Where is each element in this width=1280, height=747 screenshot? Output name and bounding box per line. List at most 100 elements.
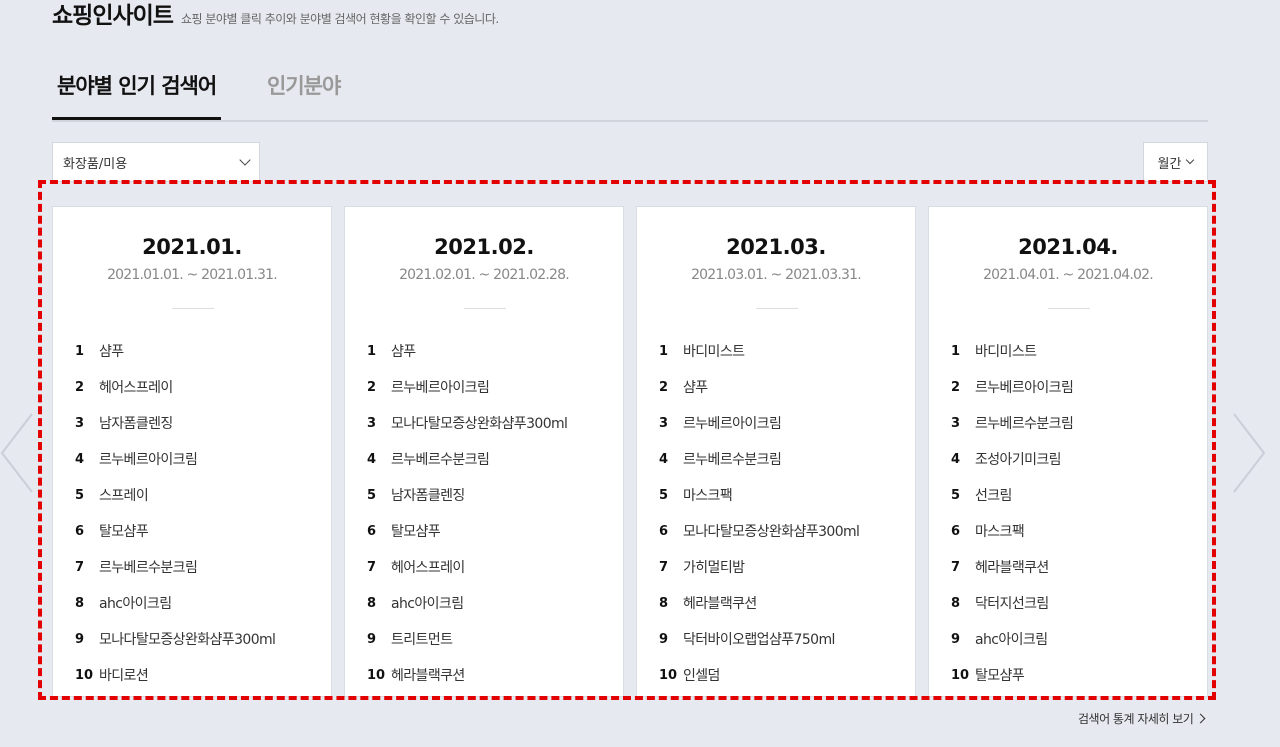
keyword-text: 조성아기미크림 — [975, 452, 1062, 468]
keyword-text: ahc아이크림 — [391, 596, 464, 612]
keyword-item[interactable]: 4 르누베르아이크림 — [75, 441, 275, 477]
next-arrow-icon[interactable] — [1232, 412, 1266, 494]
keyword-list: 1 바디미스트 2 샴푸 3 르누베르아이크림 4 르누베르수분크림 5 마스크팩 6 모나… — [659, 333, 860, 693]
keyword-item[interactable]: 7 헤어스프레이 — [367, 549, 567, 585]
keyword-item[interactable]: 10 바디로션 — [75, 657, 275, 693]
period-dropdown[interactable]: 월간 — [1143, 142, 1208, 182]
keyword-item[interactable]: 1 바디미스트 — [951, 333, 1073, 369]
keyword-item[interactable]: 8 ahc아이크림 — [367, 585, 567, 621]
chevron-down-icon — [1186, 155, 1195, 165]
month-card-1: 2021.01. 2021.01.01. ~ 2021.01.31. 1 샴푸 2… — [52, 206, 332, 697]
card-date-range: 2021.04.01. ~ 2021.04.02. — [983, 267, 1154, 283]
keyword-item[interactable]: 4 르누베르수분크림 — [367, 441, 567, 477]
card-divider — [1048, 308, 1090, 309]
keyword-text: 가히멀티밤 — [683, 560, 745, 576]
tab-popular-keywords[interactable]: 분야별 인기 검색어 — [51, 70, 222, 120]
keyword-rank: 9 — [367, 631, 377, 647]
keyword-text: 남자폼클렌징 — [391, 488, 465, 504]
keyword-rank: 3 — [367, 415, 377, 431]
keyword-item[interactable]: 4 조성아기미크림 — [951, 441, 1073, 477]
keyword-rank: 10 — [75, 667, 94, 683]
keyword-text: 모나다탈모증상완화샴푸300ml — [391, 416, 568, 432]
keyword-rank: 6 — [951, 523, 961, 539]
card-month-title: 2021.02. — [434, 235, 534, 259]
month-card-4: 2021.04. 2021.04.01. ~ 2021.04.02. 1 바디미스… — [928, 206, 1208, 697]
keyword-item[interactable]: 3 모나다탈모증상완화샴푸300ml — [367, 405, 568, 441]
keyword-item[interactable]: 10 헤라블랙쿠션 — [367, 657, 567, 693]
keyword-item[interactable]: 1 바디미스트 — [659, 333, 859, 369]
keyword-rank: 9 — [659, 631, 669, 647]
keyword-rank: 1 — [367, 343, 377, 359]
tab-popular-categories[interactable]: 인기분야 — [267, 70, 341, 100]
keyword-item[interactable]: 6 마스크팩 — [951, 513, 1073, 549]
keyword-item[interactable]: 9 닥터바이오랩업샴푸750ml — [659, 621, 859, 657]
keyword-rank: 5 — [951, 487, 961, 503]
keyword-text: 스프레이 — [99, 488, 149, 504]
keyword-item[interactable]: 2 르누베르아이크림 — [367, 369, 567, 405]
keyword-text: 헤라블랙쿠션 — [391, 668, 465, 684]
chevron-right-icon — [1195, 713, 1206, 724]
keyword-item[interactable]: 6 탈모샴푸 — [75, 513, 275, 549]
keyword-rank: 6 — [75, 523, 85, 539]
keyword-rank: 7 — [659, 559, 669, 575]
keyword-text: 샴푸 — [683, 380, 708, 396]
keyword-item[interactable]: 7 헤라블랙쿠션 — [951, 549, 1073, 585]
keyword-item[interactable]: 9 ahc아이크림 — [951, 621, 1073, 657]
keyword-item[interactable]: 10 인셀덤 — [659, 657, 859, 693]
keyword-item[interactable]: 3 르누베르수분크림 — [951, 405, 1074, 441]
keyword-text: 르누베르아이크림 — [391, 380, 490, 396]
keyword-item[interactable]: 1 샴푸 — [367, 333, 567, 369]
keyword-rank: 3 — [659, 415, 669, 431]
keyword-item[interactable]: 2 르누베르아이크림 — [951, 369, 1074, 405]
keyword-item[interactable]: 5 남자폼클렌징 — [367, 477, 567, 513]
chevron-down-icon — [239, 154, 251, 166]
keyword-item[interactable]: 2 샴푸 — [659, 369, 859, 405]
keyword-item[interactable]: 4 르누베르수분크림 — [659, 441, 859, 477]
keyword-item[interactable]: 8 ahc아이크림 — [75, 585, 275, 621]
keyword-item[interactable]: 5 마스크팩 — [659, 477, 859, 513]
keyword-item[interactable]: 10 탈모샴푸 — [951, 657, 1073, 693]
keyword-rank: 5 — [75, 487, 85, 503]
keyword-item[interactable]: 2 헤어스프레이 — [75, 369, 275, 405]
keyword-item[interactable]: 6 탈모샴푸 — [367, 513, 567, 549]
keyword-item[interactable]: 7 가히멀티밤 — [659, 549, 859, 585]
card-date-range: 2021.03.01. ~ 2021.03.31. — [691, 267, 862, 283]
keyword-item[interactable]: 8 닥터지선크림 — [951, 585, 1073, 621]
keyword-text: 인셀덤 — [683, 668, 720, 684]
keyword-text: 선크림 — [975, 488, 1012, 504]
keyword-rank: 2 — [75, 379, 85, 395]
keyword-item[interactable]: 6 모나다탈모증상완화샴푸300ml — [659, 513, 860, 549]
keyword-rank: 8 — [75, 595, 85, 611]
keyword-text: ahc아이크림 — [99, 596, 172, 612]
keyword-item[interactable]: 5 스프레이 — [75, 477, 275, 513]
keyword-item[interactable]: 3 남자폼클렌징 — [75, 405, 275, 441]
keyword-rank: 9 — [951, 631, 961, 647]
keyword-text: 마스크팩 — [975, 524, 1025, 540]
keyword-item[interactable]: 7 르누베르수분크림 — [75, 549, 275, 585]
keyword-rank: 7 — [75, 559, 85, 575]
month-card-3: 2021.03. 2021.03.01. ~ 2021.03.31. 1 바디미스… — [636, 206, 916, 697]
keyword-rank: 4 — [659, 451, 669, 467]
keyword-item[interactable]: 8 헤라블랙쿠션 — [659, 585, 859, 621]
keyword-text: 르누베르아이크림 — [975, 380, 1074, 396]
card-month-title: 2021.01. — [142, 235, 242, 259]
keyword-text: 탈모샴푸 — [391, 524, 441, 540]
keyword-text: 르누베르수분크림 — [99, 560, 198, 576]
prev-arrow-icon[interactable] — [0, 412, 34, 494]
page-header: 쇼핑인사이트 쇼핑 분야별 클릭 추이와 분야별 검색어 현황을 확인할 수 있… — [52, 0, 499, 30]
keyword-item[interactable]: 3 르누베르아이크림 — [659, 405, 859, 441]
keyword-text: 모나다탈모증상완화샴푸300ml — [99, 632, 276, 648]
keyword-item[interactable]: 1 샴푸 — [75, 333, 275, 369]
keyword-rank: 2 — [367, 379, 377, 395]
keyword-item[interactable]: 9 모나다탈모증상완화샴푸300ml — [75, 621, 276, 657]
keyword-item[interactable]: 5 선크림 — [951, 477, 1073, 513]
card-divider — [172, 308, 214, 309]
keyword-rank: 6 — [367, 523, 377, 539]
category-dropdown[interactable]: 화장품/미용 — [52, 142, 260, 182]
keyword-rank: 9 — [75, 631, 85, 647]
keyword-text: 모나다탈모증상완화샴푸300ml — [683, 524, 860, 540]
keyword-list: 1 바디미스트 2 르누베르아이크림 3 르누베르수분크림 4 조성아기미크림 5 선크림… — [951, 333, 1074, 693]
keyword-stats-more-link[interactable]: 검색어 통계 자세히 보기 — [1078, 710, 1206, 727]
keyword-rank: 3 — [951, 415, 961, 431]
keyword-item[interactable]: 9 트리트먼트 — [367, 621, 567, 657]
